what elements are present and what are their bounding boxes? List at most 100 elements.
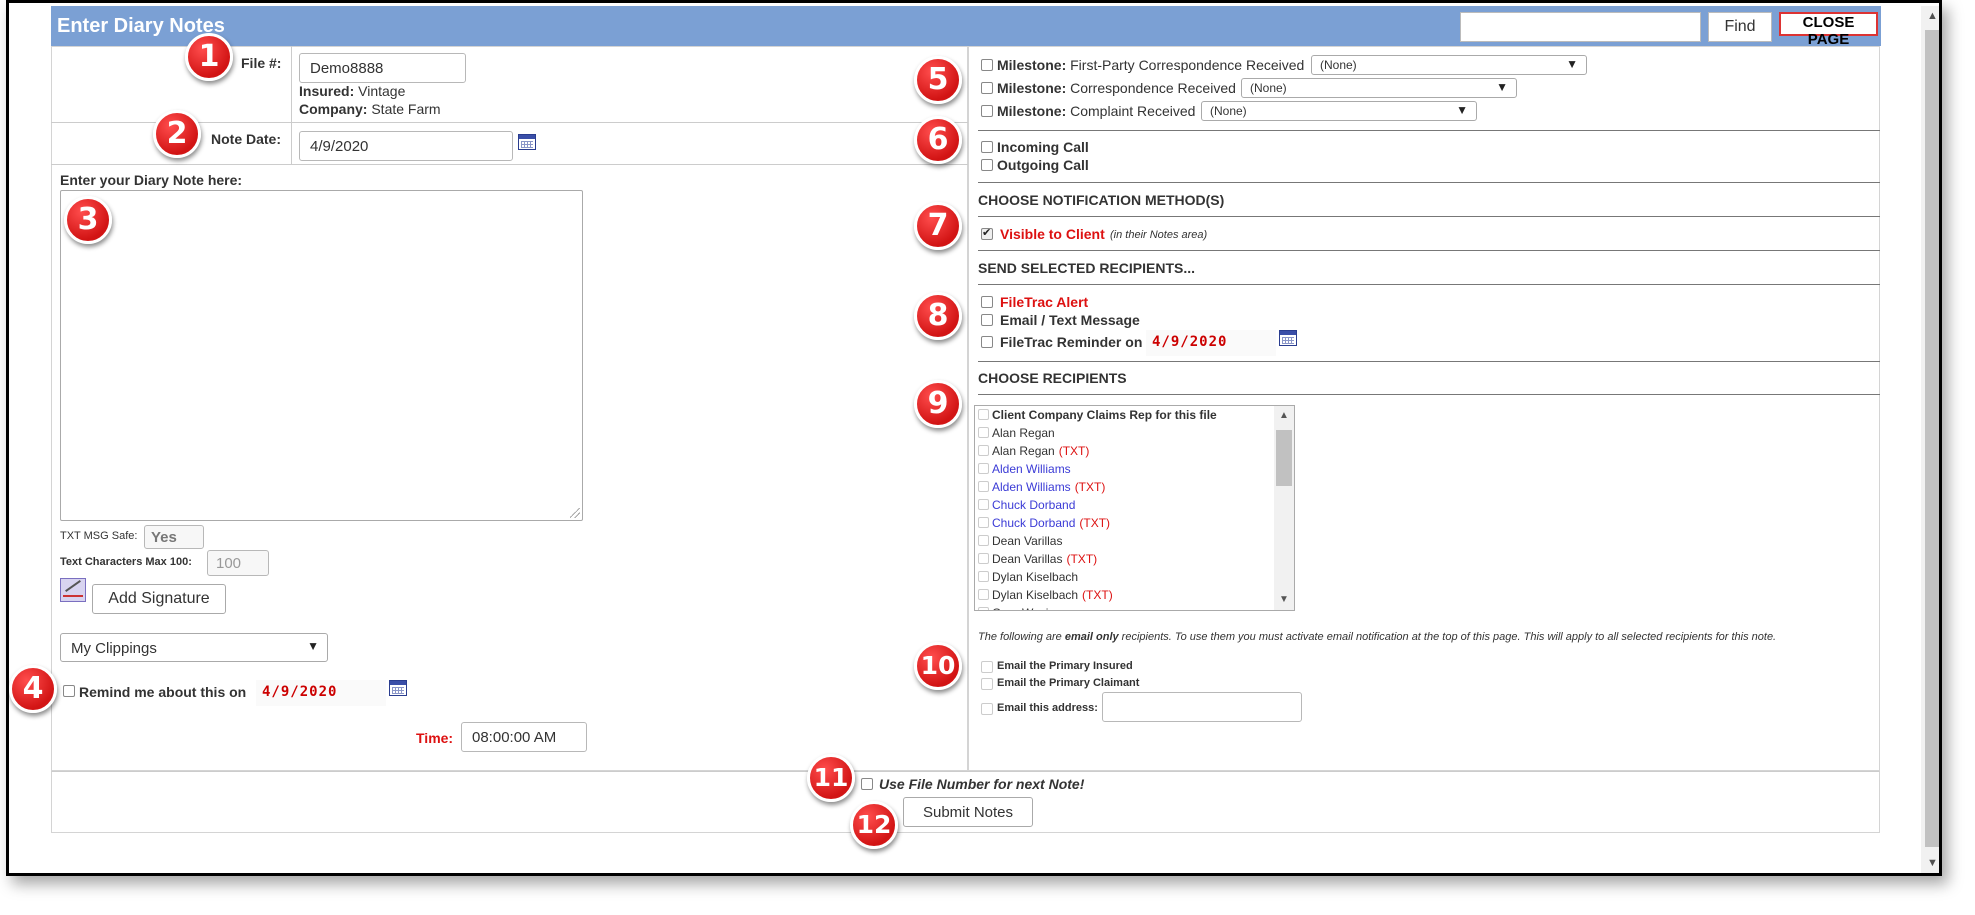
recipient-checkbox[interactable] (978, 409, 989, 420)
header-bar: Enter Diary Notes Find CLOSE PAGE (51, 6, 1881, 48)
recipient-item[interactable]: Alan Regan (TXT) (975, 442, 1294, 460)
recipient-checkbox[interactable] (978, 463, 989, 474)
note-date-input[interactable]: 4/9/2020 (299, 131, 513, 161)
reminder-date-input[interactable]: 4/9/2020 (1146, 330, 1276, 356)
email-address-label: Email this address: (997, 702, 1098, 714)
signature-pen-icon[interactable] (60, 578, 86, 602)
callout-badge: 10 (914, 642, 962, 690)
incoming-call-checkbox[interactable] (981, 141, 993, 153)
diary-note-textarea[interactable] (60, 190, 583, 521)
app-window: Enter Diary Notes Find CLOSE PAGE ▲ ▼ Fi… (6, 0, 1942, 876)
incoming-call-label: Incoming Call (997, 139, 1089, 155)
divider (978, 216, 1880, 217)
recipient-checkbox[interactable] (978, 553, 989, 564)
filetrac-reminder-checkbox[interactable] (981, 336, 993, 348)
email-address-checkbox[interactable] (981, 703, 993, 715)
milestone-select[interactable]: (None) ▼ (1201, 101, 1477, 121)
email-text-checkbox[interactable] (981, 314, 993, 326)
recipient-item[interactable]: Alden Williams (975, 460, 1294, 478)
email-insured-label: Email the Primary Insured (997, 660, 1133, 672)
scroll-thumb[interactable] (1276, 430, 1292, 486)
calendar-icon[interactable] (389, 680, 407, 696)
find-button[interactable]: Find (1708, 12, 1772, 42)
recipient-checkbox[interactable] (978, 589, 989, 600)
submit-notes-button[interactable]: Submit Notes (903, 797, 1033, 827)
recipient-item[interactable]: Dean Varillas (975, 532, 1294, 550)
recipients-heading: CHOOSE RECIPIENTS (978, 370, 1127, 386)
txt-safe-value: Yes (144, 525, 204, 549)
scroll-down-icon[interactable]: ▼ (1279, 594, 1289, 605)
recipient-checkbox[interactable] (978, 517, 989, 528)
milestone-label: Milestone: Correspondence Received (997, 80, 1236, 96)
scroll-up-icon[interactable]: ▲ (1927, 10, 1938, 22)
file-number-input[interactable]: Demo8888 (299, 53, 466, 83)
clippings-select[interactable]: My Clippings ▼ (60, 633, 328, 662)
add-signature-button[interactable]: Add Signature (92, 584, 226, 614)
milestone-select[interactable]: (None) ▼ (1311, 55, 1587, 75)
chevron-down-icon: ▼ (1456, 103, 1468, 117)
milestone-select[interactable]: (None) ▼ (1241, 78, 1517, 98)
recipient-item[interactable]: Greg Wesinger (975, 604, 1294, 610)
scroll-down-icon[interactable]: ▼ (1927, 857, 1938, 869)
email-insured-checkbox[interactable] (981, 661, 993, 673)
email-text-label: Email / Text Message (1000, 312, 1140, 328)
recipient-item[interactable]: Dean Varillas (TXT) (975, 550, 1294, 568)
recipient-txt-tag: (TXT) (1082, 588, 1113, 602)
txt-safe-label: TXT MSG Safe: (60, 530, 138, 542)
insured-line: Insured: Vintage (299, 83, 406, 99)
divider (978, 130, 1880, 131)
recipient-txt-tag: (TXT) (1079, 516, 1111, 530)
recipient-checkbox[interactable] (978, 499, 989, 510)
recipient-item[interactable]: Chuck Dorband (TXT) (975, 514, 1294, 532)
recipient-checkbox[interactable] (978, 481, 989, 492)
recipient-item[interactable]: Client Company Claims Rep for this file (975, 406, 1294, 424)
recipient-checkbox[interactable] (978, 607, 989, 610)
milestone-checkbox[interactable] (981, 59, 993, 71)
visible-to-client-checkbox[interactable] (981, 226, 993, 240)
calendar-icon[interactable] (518, 134, 536, 150)
email-address-input[interactable] (1102, 692, 1302, 722)
milestone-checkbox[interactable] (981, 105, 993, 117)
recipient-checkbox[interactable] (978, 445, 989, 456)
find-input[interactable] (1460, 12, 1701, 42)
filetrac-alert-label: FileTrac Alert (1000, 294, 1089, 310)
listbox-scrollbar[interactable]: ▲ ▼ (1274, 406, 1294, 610)
page-scrollbar[interactable]: ▲ ▼ (1921, 6, 1939, 873)
recipient-name: Client Company Claims Rep for this file (992, 408, 1217, 422)
callout-badge: 3 (64, 196, 112, 244)
recipient-name: Alden Williams (992, 480, 1071, 494)
visible-to-client-label: Visible to Client (1000, 226, 1105, 242)
recipient-checkbox[interactable] (978, 571, 989, 582)
recipient-item[interactable]: Alden Williams (TXT) (975, 478, 1294, 496)
send-heading: SEND SELECTED RECIPIENTS... (978, 260, 1196, 276)
filetrac-alert-checkbox[interactable] (981, 296, 993, 308)
outgoing-call-label: Outgoing Call (997, 157, 1089, 173)
recipient-checkbox[interactable] (978, 427, 989, 438)
milestone-checkbox[interactable] (981, 82, 993, 94)
recipient-checkbox[interactable] (978, 535, 989, 546)
recipients-listbox[interactable]: Client Company Claims Rep for this file A… (974, 405, 1295, 611)
recipient-name: Chuck Dorband (992, 516, 1076, 530)
recipient-name: Dylan Kiselbach (992, 570, 1079, 584)
outgoing-call-checkbox[interactable] (981, 159, 993, 171)
time-input[interactable]: 08:00:00 AM (461, 722, 587, 752)
resize-handle-icon[interactable] (570, 508, 580, 518)
recipient-txt-tag: (TXT) (1058, 444, 1090, 458)
recipient-item[interactable]: Dylan Kiselbach (TXT) (975, 586, 1294, 604)
company-line: Company: State Farm (299, 101, 441, 117)
calendar-icon[interactable] (1279, 330, 1297, 346)
email-claimant-checkbox[interactable] (981, 678, 993, 690)
recipient-name: Greg Wesinger (992, 606, 1072, 610)
recipient-item[interactable]: Chuck Dorband (975, 496, 1294, 514)
divider (291, 46, 292, 164)
remind-date-input[interactable]: 4/9/2020 (256, 680, 386, 706)
use-file-number-checkbox[interactable] (861, 778, 873, 790)
divider (978, 284, 1880, 285)
scroll-thumb[interactable] (1925, 30, 1939, 847)
recipient-item[interactable]: Alan Regan (975, 424, 1294, 442)
remind-checkbox[interactable] (63, 685, 75, 697)
recipient-item[interactable]: Dylan Kiselbach (975, 568, 1294, 586)
callout-badge: 1 (185, 33, 233, 81)
close-page-button[interactable]: CLOSE PAGE (1779, 12, 1878, 48)
scroll-up-icon[interactable]: ▲ (1279, 410, 1289, 421)
